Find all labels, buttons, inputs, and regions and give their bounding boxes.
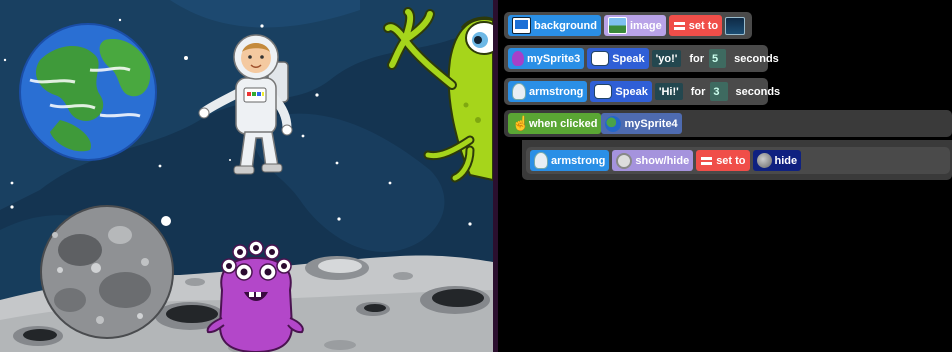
value-label: hide	[774, 154, 798, 167]
visibility-icon	[616, 152, 633, 169]
operator-label: set to	[688, 19, 719, 32]
earth-sprite	[19, 23, 157, 161]
when-clicked-block[interactable]: ☝ when clicked	[508, 113, 602, 134]
seconds-label: seconds	[734, 52, 779, 65]
image-property-block[interactable]: image	[603, 15, 666, 36]
show-hide-property-block[interactable]: show/hide	[612, 150, 694, 171]
equals-icon	[673, 19, 686, 32]
speech-text-field[interactable]: 'yo!'	[651, 50, 682, 67]
armstrong-block[interactable]: armstrong	[530, 150, 610, 171]
action-label: Speak	[615, 85, 648, 98]
sprite-label: armstrong	[551, 154, 606, 167]
code-row-set-background-image[interactable]: background image set to	[504, 12, 752, 39]
image-icon	[607, 17, 627, 34]
target-label: mySprite4	[624, 117, 678, 130]
code-row-armstrong-show-hide[interactable]: armstrong show/hide set to hide	[526, 147, 950, 174]
space-thumbnail-icon[interactable]	[725, 16, 745, 35]
code-workspace[interactable]: background image set to mySprite3 Speak …	[498, 0, 952, 352]
for-label: for	[690, 85, 706, 98]
purple-monster-icon	[512, 51, 524, 66]
purple-monster-sprite	[206, 240, 304, 352]
mysprite3-block[interactable]: mySprite3	[508, 48, 585, 69]
action-label: Speak	[612, 52, 645, 65]
speak-block[interactable]: Speak	[587, 48, 649, 69]
speech-bubble-icon	[591, 51, 610, 66]
property-label: image	[629, 19, 662, 32]
code-row-mysprite3-speak[interactable]: mySprite3 Speak 'yo!' for 5 seconds	[504, 45, 779, 72]
speak-block[interactable]: Speak	[590, 81, 652, 102]
duration-field[interactable]: 5	[709, 49, 727, 68]
earth-icon	[605, 115, 622, 132]
stage-canvas[interactable]	[0, 0, 493, 352]
code-row-when-clicked[interactable]: ☝ when clicked mySprite4	[504, 110, 952, 137]
background-block[interactable]: background	[508, 15, 601, 36]
event-label: when clicked	[529, 117, 598, 130]
sprite-label: background	[534, 19, 597, 32]
hide-icon	[756, 153, 772, 168]
hide-value-block[interactable]: hide	[752, 150, 802, 171]
astronaut-icon	[512, 83, 526, 100]
stage-scene	[0, 0, 493, 352]
mysprite4-target-block[interactable]: mySprite4	[601, 113, 682, 134]
sprite-label: mySprite3	[527, 52, 581, 65]
set-to-block[interactable]: set to	[696, 150, 750, 171]
speech-text-field[interactable]: 'Hi!'	[654, 83, 683, 100]
astronaut-icon	[534, 152, 548, 169]
moon-sprite	[40, 205, 174, 339]
seconds-label: seconds	[735, 85, 781, 98]
armstrong-block[interactable]: armstrong	[508, 81, 588, 102]
set-to-block[interactable]: set to	[668, 15, 723, 36]
operator-label: set to	[716, 154, 746, 167]
property-label: show/hide	[635, 154, 690, 167]
for-label: for	[689, 52, 705, 65]
pointer-hand-icon: ☝	[512, 115, 530, 131]
speech-bubble-icon	[594, 84, 613, 99]
equals-icon	[700, 154, 713, 167]
code-row-armstrong-speak[interactable]: armstrong Speak 'Hi!' for 3 seconds	[504, 78, 780, 105]
monitor-icon	[512, 17, 531, 34]
duration-field[interactable]: 3	[710, 82, 728, 101]
sprite-label: armstrong	[529, 85, 584, 98]
